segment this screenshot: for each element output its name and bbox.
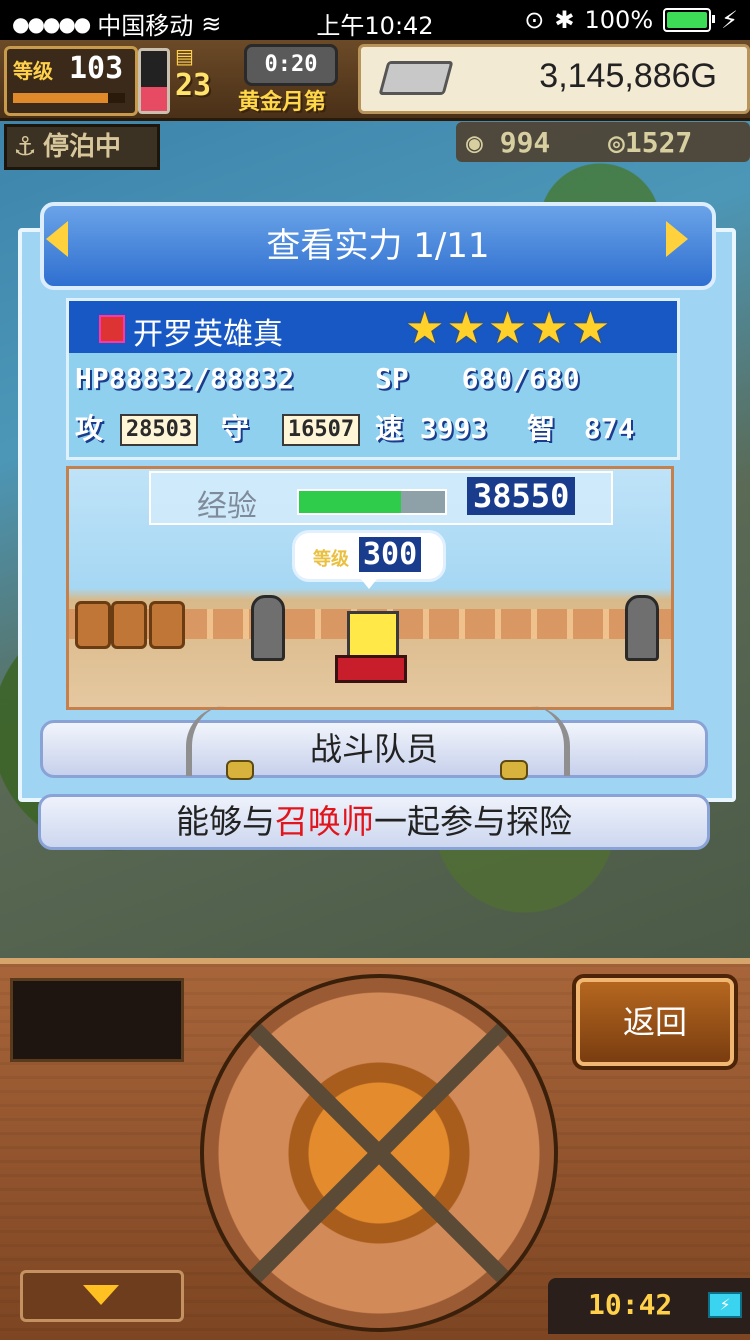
resource-bar: ◉ 994 ◎1527 (456, 122, 750, 162)
dpad-wheel[interactable] (200, 974, 558, 1332)
rating-stars: ★★★★★ (405, 303, 613, 354)
hp-label: HP (75, 362, 109, 395)
battery-percent: 100% (584, 6, 654, 34)
wood-resource: ◎1527 (608, 126, 693, 159)
desc-text-1: 能够与 (176, 802, 275, 841)
spd-cell: 速 3993 (375, 405, 487, 453)
level-box: 等级 103 (4, 46, 138, 116)
wood-value: 1527 (624, 126, 693, 159)
food-value: 994 (499, 126, 551, 159)
attr-row: 攻 28503 守 16507 速 3993 智 874 (69, 405, 677, 453)
spd-value: 3993 (419, 412, 488, 445)
exp-progress-bar (297, 489, 447, 515)
int-value: 874 (583, 412, 635, 445)
spd-label: 速 (375, 412, 404, 445)
menu-down-button[interactable] (20, 1270, 184, 1322)
red-gauge (138, 48, 170, 114)
atk-label: 攻 (75, 412, 104, 445)
bubble-level-label: 等级 (313, 549, 349, 570)
atk-value: 28503 (119, 414, 199, 446)
stats-panel: 开罗英雄真 ★★★★★ HP88832/88832 SP 680/680 攻 2… (66, 298, 680, 460)
docked-status: ⚓ 停泊中 (4, 124, 160, 170)
hero-body (335, 655, 407, 683)
cannon-icon (251, 595, 285, 661)
exp-box: 经验 38550 (149, 471, 613, 525)
level-progress-bar (13, 93, 125, 103)
desc-highlight: 召唤师 (275, 802, 374, 841)
charging-battery-icon: ⚡ (708, 1292, 742, 1318)
sp-value: 680/680 (461, 362, 580, 395)
bluetooth-icon: ✱ (554, 6, 575, 34)
role-label: 战斗队员 (40, 720, 708, 778)
int-cell: 智 874 (527, 405, 634, 453)
hp-sp-row: HP88832/88832 SP 680/680 (69, 355, 677, 403)
battery-icon (663, 8, 716, 32)
calendar-icon: ▤ (175, 44, 194, 68)
hero-sprite (347, 611, 399, 661)
game-clock: 10:42 ⚡ (548, 1278, 750, 1334)
sword-hilt-icon (500, 760, 528, 780)
month-label: 黄金月第 (238, 90, 327, 115)
status-right: ⊙ ✱ 100% ⚡ (524, 6, 738, 34)
dialog-title: 查看实力 1/11 (40, 202, 716, 290)
top-hud: 等级 103 ▤ 23 0:20 黄金月第 3,145,886G (0, 40, 750, 121)
anchor-icon: ⚓ (13, 132, 37, 162)
week-box: ▤ 23 (175, 44, 237, 114)
clock-time: 10:42 (588, 1288, 673, 1321)
cannon-icon (625, 595, 659, 661)
def-value: 16507 (281, 414, 361, 446)
level-bubble: 等级 300 (295, 533, 443, 589)
hp-value: 88832/88832 (108, 362, 295, 395)
atk-cell: 攻 28503 (75, 405, 199, 453)
description: 能够与召唤师一起参与探险 (38, 794, 710, 850)
docked-label: 停泊中 (43, 132, 122, 162)
int-label: 智 (527, 412, 556, 445)
sp-cell: SP 680/680 (375, 355, 580, 403)
food-resource: ◉ 994 (466, 126, 551, 159)
barrel-icon (111, 601, 147, 649)
info-slot (10, 978, 184, 1062)
character-scene: 经验 38550 等级 300 (66, 466, 674, 710)
lock-rotation-icon: ⊙ (524, 6, 545, 34)
week-value: 23 (175, 68, 212, 103)
down-arrow-icon (83, 1285, 119, 1305)
hp-cell: HP88832/88832 (75, 355, 294, 403)
timer: 0:20 (244, 44, 338, 86)
barrel-icon (75, 601, 111, 649)
back-button[interactable]: 返回 (576, 978, 734, 1066)
level-value: 103 (69, 51, 124, 86)
next-arrow-icon[interactable] (666, 221, 688, 257)
bubble-level-value: 300 (359, 537, 422, 572)
gold-value: 3,145,886G (539, 57, 717, 95)
unit-name: 开罗英雄真 (133, 317, 283, 352)
sp-label: SP (375, 362, 409, 395)
status-bar: ●●●●● 中国移动 ≋ 上午10:42 ⊙ ✱ 100% ⚡ (0, 0, 750, 40)
unit-emblem-icon (99, 315, 125, 343)
barrel-icon (149, 601, 185, 649)
name-row: 开罗英雄真 ★★★★★ (69, 301, 677, 354)
gold-box: 3,145,886G (358, 44, 750, 114)
desc-text-2: 一起参与探险 (374, 802, 572, 841)
gold-bar-icon (378, 61, 454, 95)
exp-value: 38550 (467, 477, 576, 515)
level-label: 等级 (13, 59, 53, 83)
sword-hilt-icon (226, 760, 254, 780)
def-cell: 守 16507 (221, 405, 361, 453)
prev-arrow-icon[interactable] (46, 221, 68, 257)
exp-label: 经验 (197, 489, 257, 524)
def-label: 守 (221, 412, 250, 445)
charging-icon: ⚡ (721, 6, 738, 34)
